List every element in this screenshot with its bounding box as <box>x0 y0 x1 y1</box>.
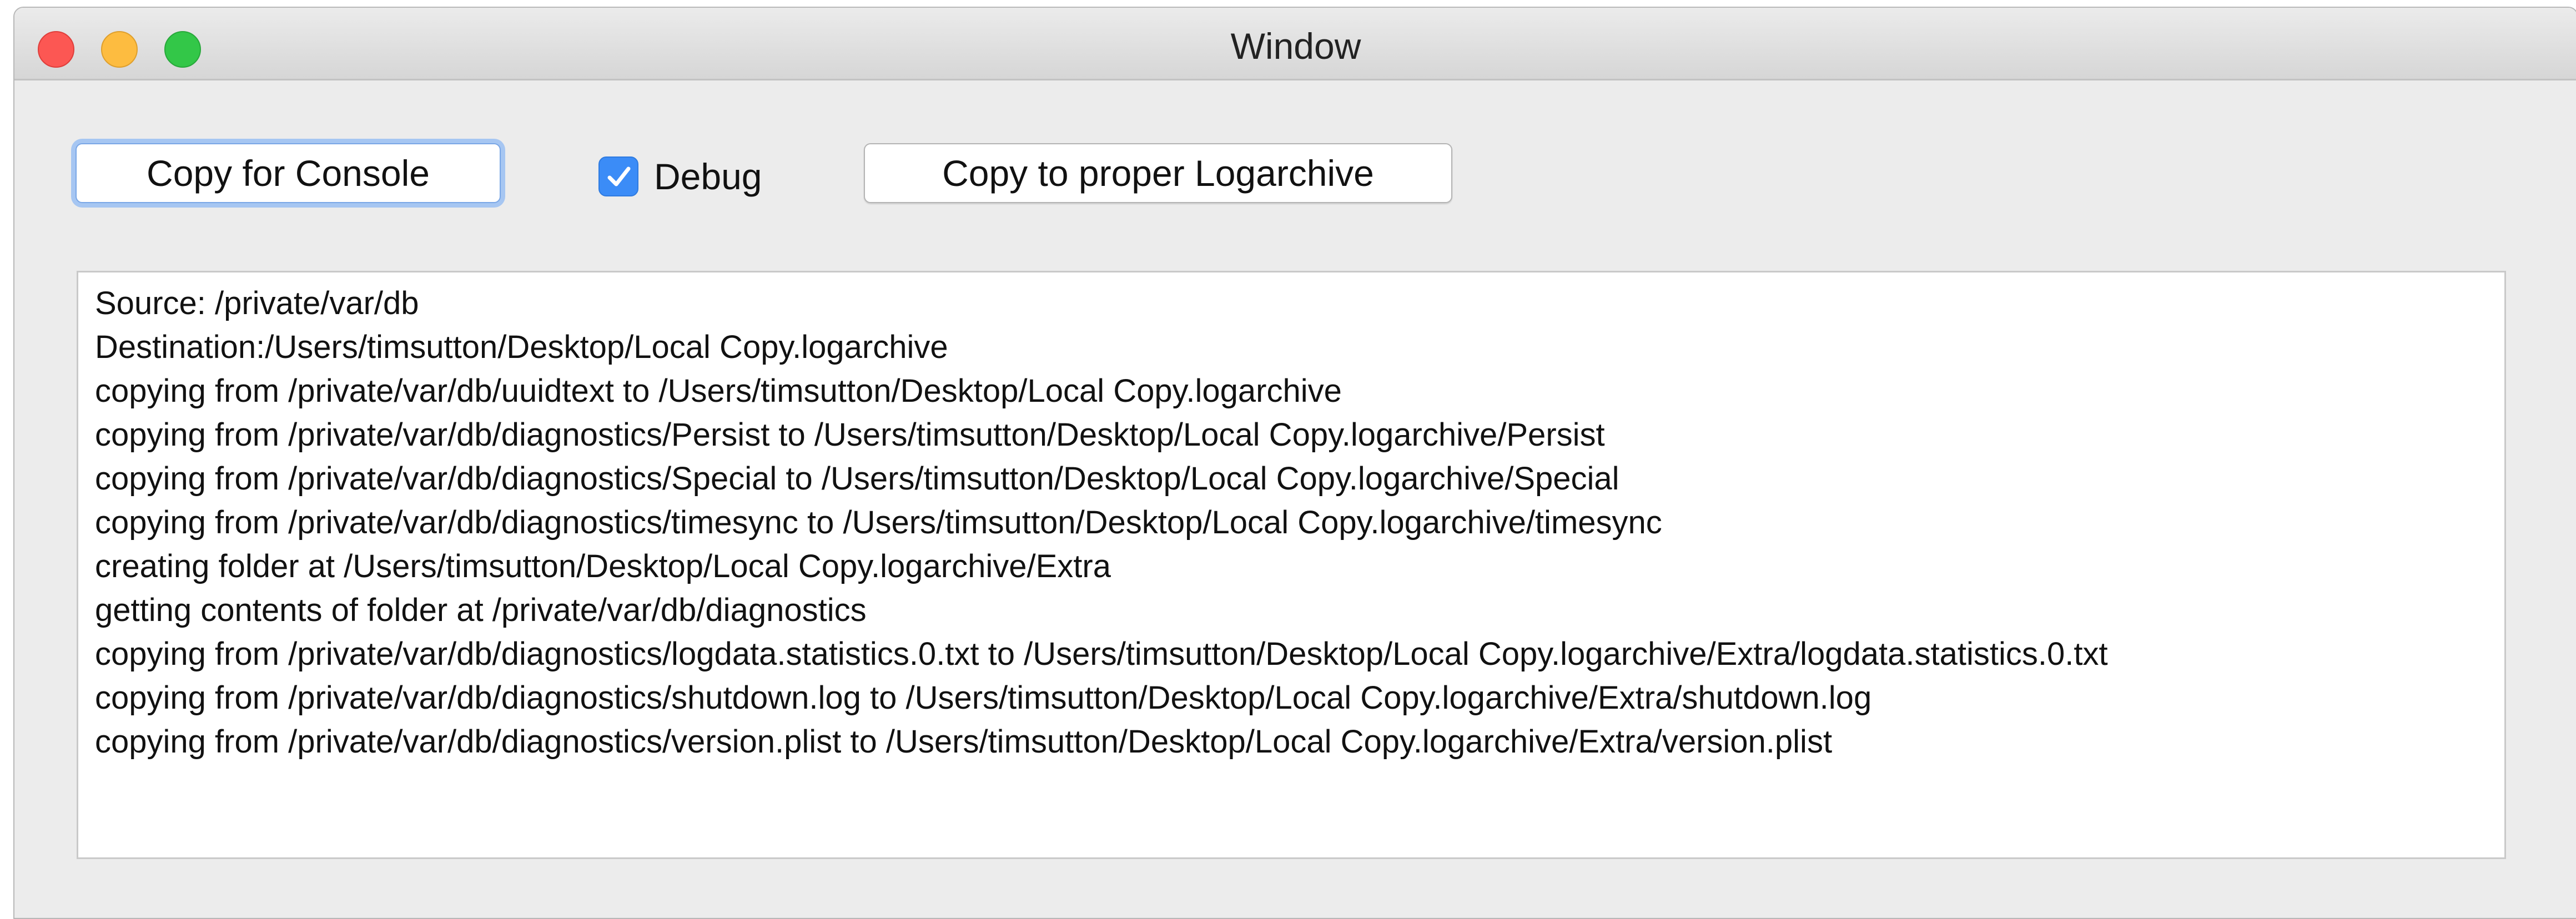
title-bar[interactable]: Window <box>14 8 2576 80</box>
log-line: creating folder at /Users/timsutton/Desk… <box>95 548 1111 584</box>
window-title: Window <box>1230 26 1361 67</box>
log-line: copying from /private/var/db/diagnostics… <box>95 417 1605 453</box>
log-line: Source: /private/var/db <box>95 285 419 321</box>
copy-to-logarchive-button[interactable]: Copy to proper Logarchive <box>864 143 1452 203</box>
log-line: Destination:/Users/timsutton/Desktop/Loc… <box>95 329 948 365</box>
log-line: getting contents of folder at /private/v… <box>95 592 867 628</box>
log-line: copying from /private/var/db/diagnostics… <box>95 724 1833 760</box>
checkbox-checked-icon[interactable] <box>598 156 638 196</box>
log-output-textarea[interactable]: Source: /private/var/db Destination:/Use… <box>77 271 2506 859</box>
log-line: copying from /private/var/db/uuidtext to… <box>95 373 1342 409</box>
copy-for-console-button[interactable]: Copy for Console <box>76 143 501 203</box>
debug-label[interactable]: Debug <box>654 153 762 200</box>
log-line: copying from /private/var/db/diagnostics… <box>95 680 1872 716</box>
app-window: Window Copy for Console Debug Copy to pr… <box>13 7 2576 919</box>
log-line: copying from /private/var/db/diagnostics… <box>95 504 1662 541</box>
log-line: copying from /private/var/db/diagnostics… <box>95 461 1619 497</box>
log-line: copying from /private/var/db/diagnostics… <box>95 636 2108 672</box>
